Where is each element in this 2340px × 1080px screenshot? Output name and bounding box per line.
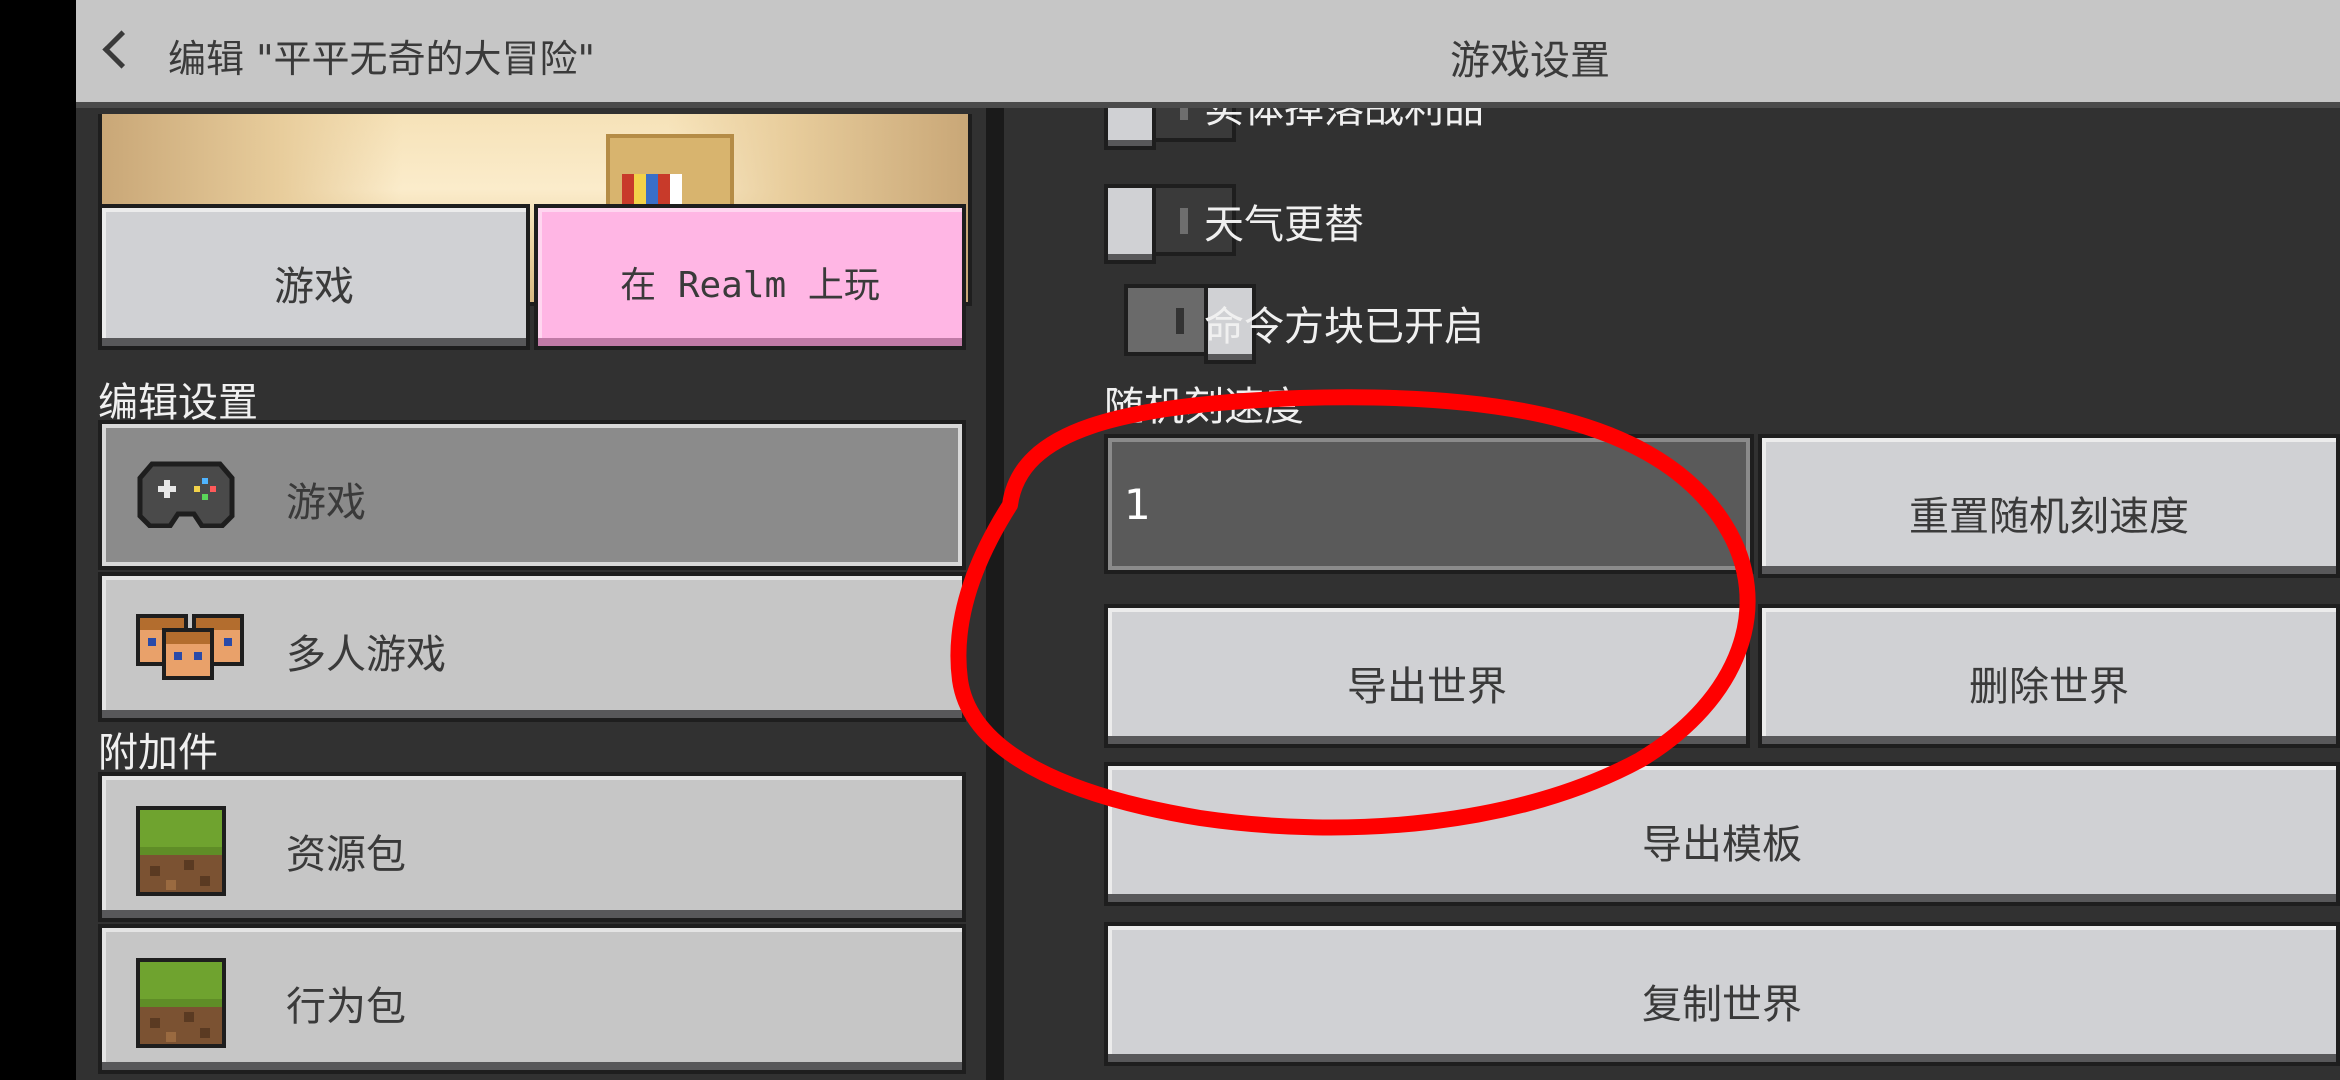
- page-title: 游戏设置: [1450, 38, 1610, 84]
- export-template-button[interactable]: 导出模板: [1104, 762, 2340, 906]
- export-template-label: 导出模板: [1642, 822, 1802, 868]
- setting-row-weather-cycle: 天气更替: [1004, 180, 2340, 264]
- random-tick-speed-label: 随机刻速度: [1104, 384, 1304, 430]
- player-head-icon: [162, 628, 214, 680]
- play-on-realm-button[interactable]: 在 Realm 上玩: [534, 204, 966, 350]
- play-on-realm-label: 在 Realm 上玩: [620, 265, 880, 306]
- sidebar-item-behavior-packs[interactable]: 行为包: [98, 924, 966, 1074]
- command-blocks-label: 命令方块已开启: [1204, 304, 1484, 350]
- toggle-mark: [1180, 208, 1188, 234]
- weather-cycle-label: 天气更替: [1204, 202, 1364, 248]
- players-icon: [136, 614, 248, 680]
- panel-divider: [986, 108, 1004, 1080]
- grass-block-icon: [136, 958, 226, 1048]
- app-window: 编辑 "平平无奇的大冒险" 游戏设置 游戏 在 Realm 上玩 编辑设置 游戏…: [76, 0, 2340, 1080]
- sidebar-item-behavior-packs-label: 行为包: [286, 984, 406, 1030]
- copy-world-label: 复制世界: [1642, 982, 1802, 1028]
- toggle-knob[interactable]: [1104, 108, 1156, 150]
- toggle-mark: [1180, 108, 1188, 120]
- controller-icon: [137, 461, 235, 528]
- toggle-knob[interactable]: [1104, 184, 1156, 264]
- toggle-mark: [1176, 308, 1184, 334]
- back-button[interactable]: 编辑 "平平无奇的大冒险": [76, 0, 656, 102]
- back-title: 编辑 "平平无奇的大冒险": [168, 37, 596, 81]
- settings-panel: 实体掉落战利品 天气更替 命令方块已开启 随机刻速度 重置随机刻速度 导出世界 …: [1004, 108, 2340, 1080]
- left-panel: 游戏 在 Realm 上玩 编辑设置 游戏 多人游戏 附加件 资源包 行为包: [76, 108, 986, 1080]
- sidebar-item-multiplayer[interactable]: 多人游戏: [98, 572, 966, 722]
- delete-world-label: 删除世界: [1969, 664, 2129, 710]
- delete-world-button[interactable]: 删除世界: [1758, 604, 2340, 748]
- grass-block-icon: [136, 806, 226, 896]
- sidebar-item-game-label: 游戏: [286, 480, 366, 526]
- reset-tick-speed-button[interactable]: 重置随机刻速度: [1758, 434, 2340, 578]
- setting-row-command-blocks: 命令方块已开启: [1004, 278, 2340, 364]
- play-game-label: 游戏: [274, 264, 354, 310]
- sidebar-item-resource-packs-label: 资源包: [286, 832, 406, 878]
- sidebar-item-game[interactable]: 游戏: [98, 420, 966, 570]
- entity-drops-label: 实体掉落战利品: [1204, 108, 1484, 132]
- chevron-left-icon: [102, 30, 141, 69]
- export-world-button[interactable]: 导出世界: [1104, 604, 1750, 748]
- copy-world-button[interactable]: 复制世界: [1104, 922, 2340, 1066]
- setting-row-entity-drops: 实体掉落战利品: [1004, 108, 2340, 150]
- random-tick-speed-input[interactable]: [1104, 434, 1754, 574]
- addons-heading: 附加件: [98, 730, 218, 776]
- play-game-button[interactable]: 游戏: [98, 204, 530, 350]
- sidebar-item-multiplayer-label: 多人游戏: [286, 632, 446, 678]
- header-bar: 编辑 "平平无奇的大冒险" 游戏设置: [76, 0, 2340, 108]
- export-world-label: 导出世界: [1347, 664, 1507, 710]
- reset-tick-speed-label: 重置随机刻速度: [1909, 494, 2189, 540]
- sidebar-item-resource-packs[interactable]: 资源包: [98, 772, 966, 922]
